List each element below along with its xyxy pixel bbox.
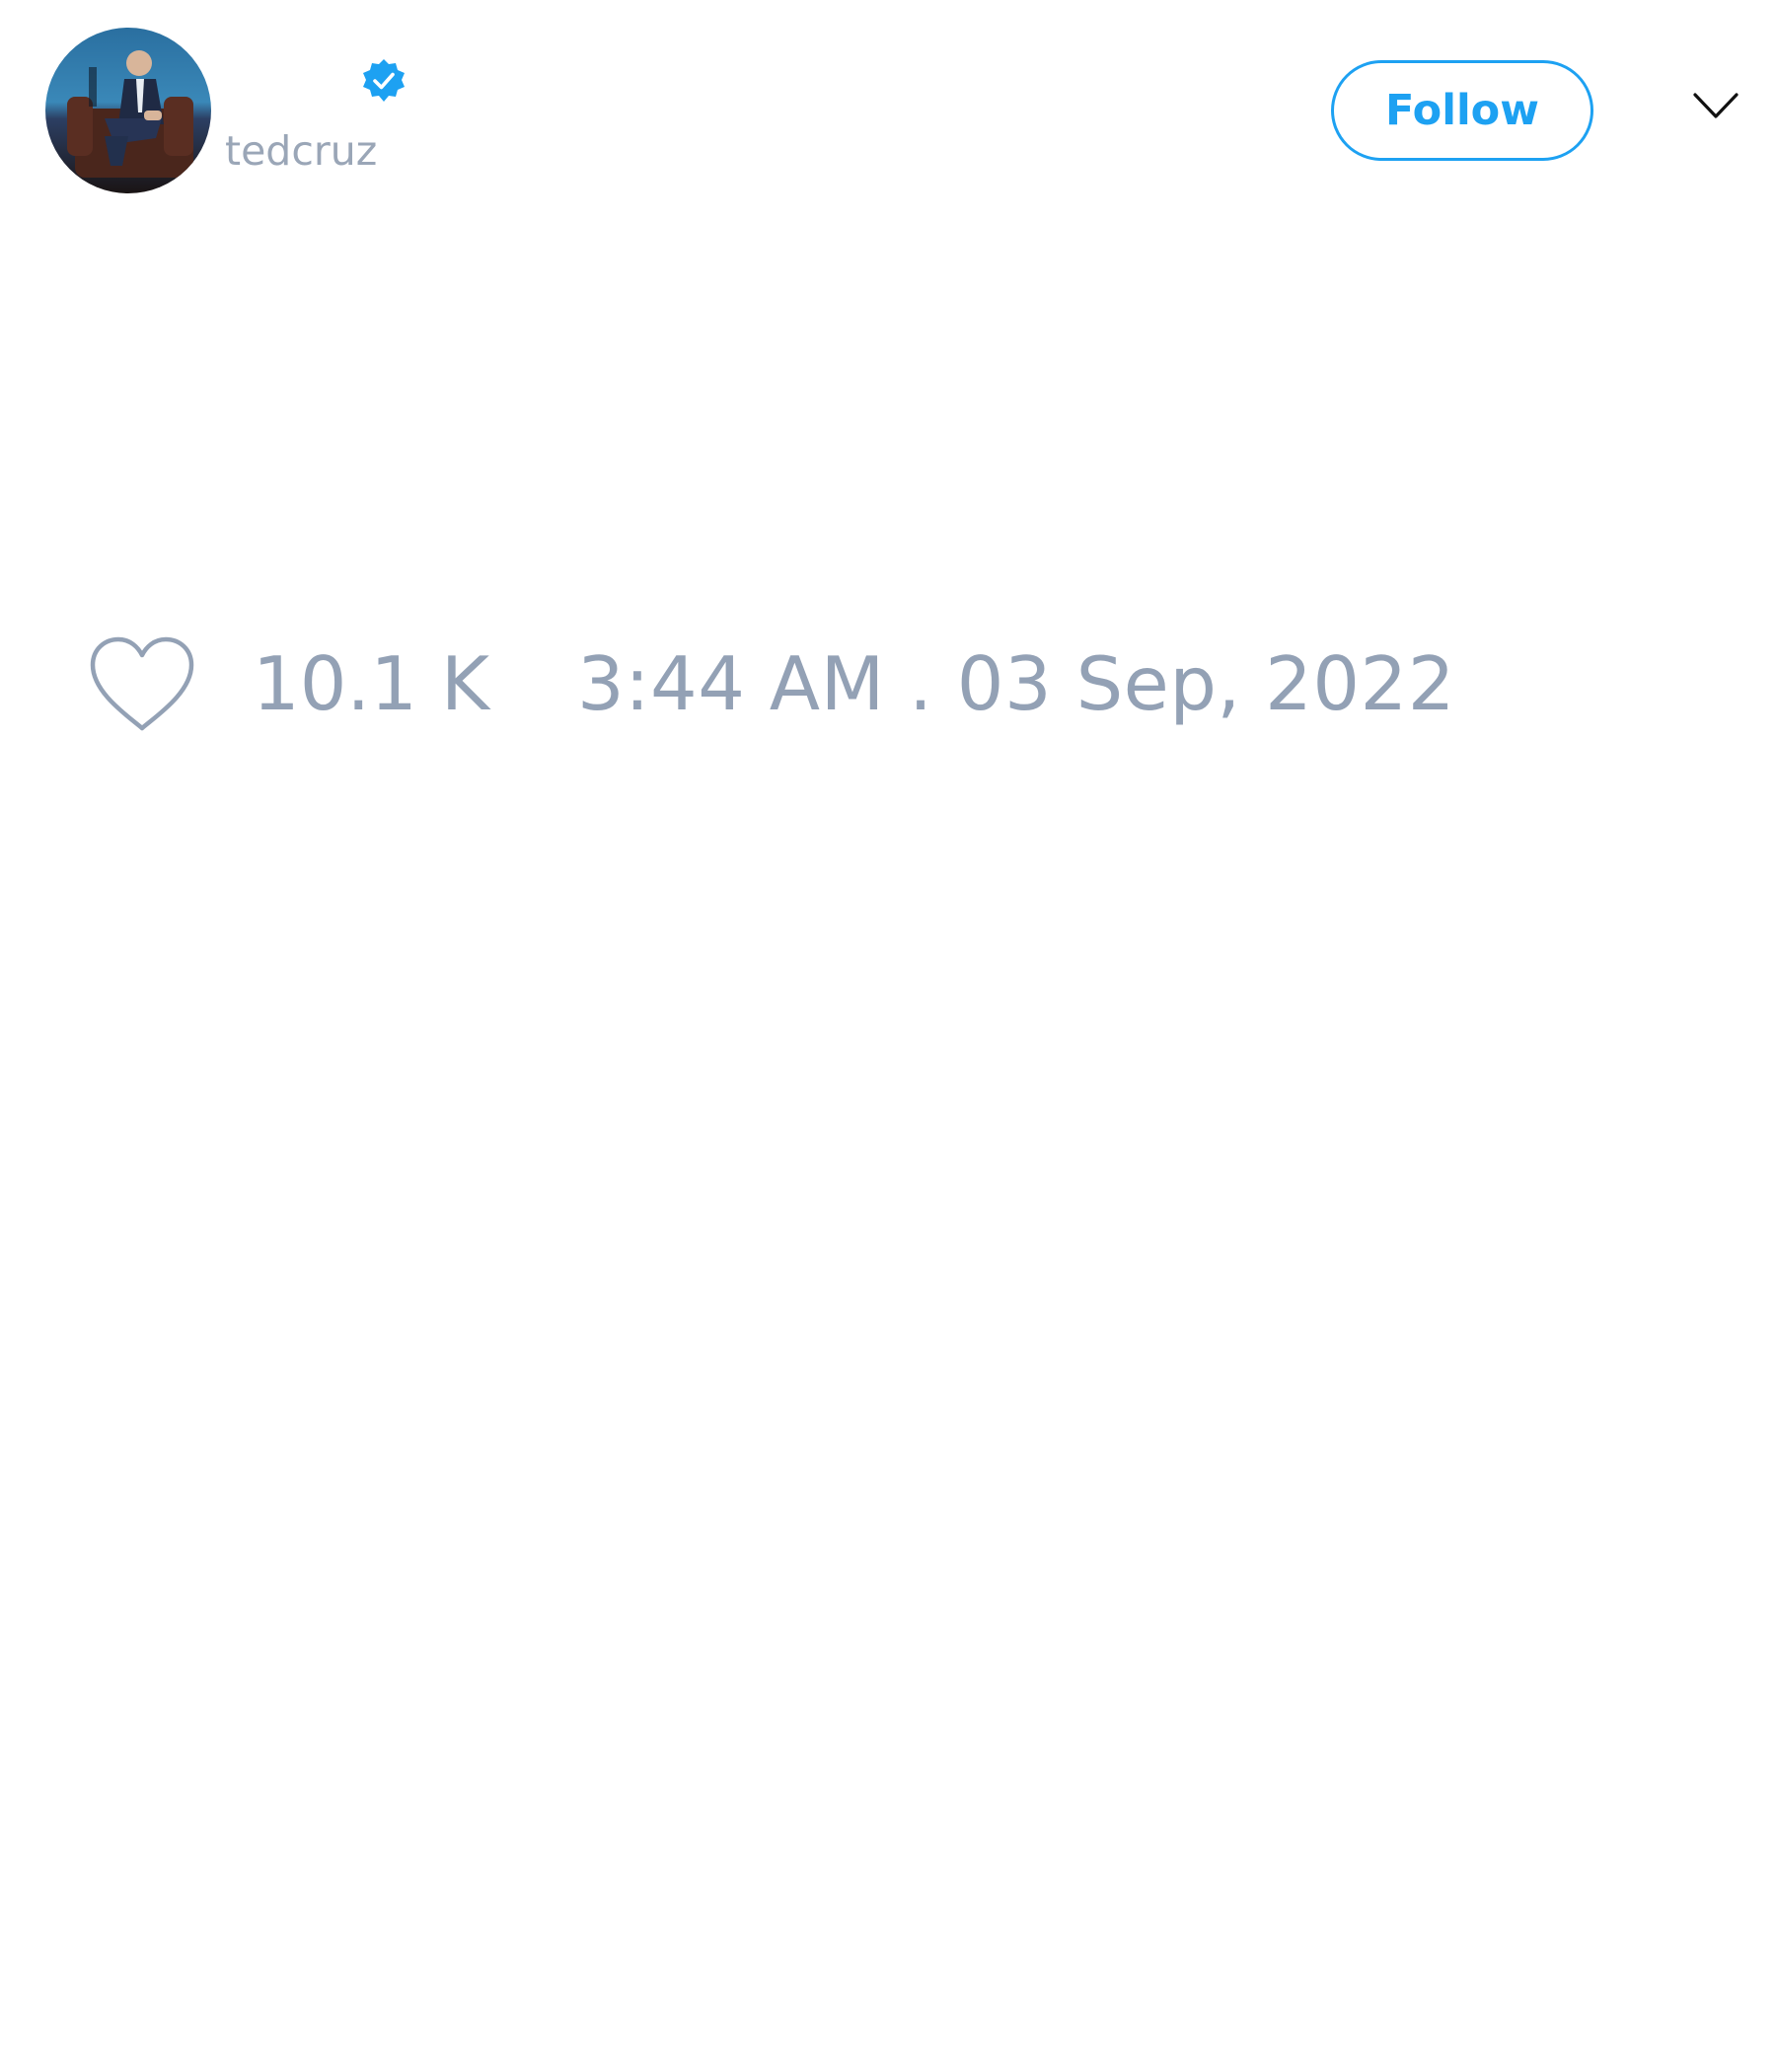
tweet-timestamp[interactable]: 3:44 AM . 03 Sep, 2022 [577, 639, 1455, 728]
chevron-down-icon[interactable] [1691, 89, 1740, 124]
heart-outline-icon[interactable] [89, 635, 195, 732]
tweet-card: tedcruz Follow 10.1 K 3:44 AM . 03 Sep, … [0, 0, 1776, 2072]
like-count: 10.1 K [253, 640, 490, 727]
avatar[interactable] [45, 28, 211, 193]
verified-badge-icon [361, 58, 407, 104]
profile-photo-icon [45, 28, 211, 193]
tweet-meta: 10.1 K 3:44 AM . 03 Sep, 2022 [89, 631, 1667, 740]
follow-button[interactable]: Follow [1331, 60, 1593, 161]
author-handle[interactable]: tedcruz [225, 126, 377, 176]
